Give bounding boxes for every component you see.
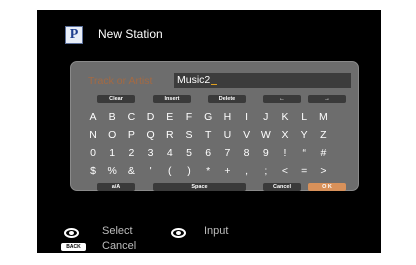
character-key[interactable]: ' xyxy=(142,164,160,178)
hint-input: Input xyxy=(204,225,229,237)
delete-button[interactable]: Delete xyxy=(208,95,246,103)
character-key[interactable]: 6 xyxy=(199,146,217,160)
character-key[interactable]: A xyxy=(84,110,102,124)
character-key[interactable]: W xyxy=(257,128,275,142)
osd-screen: P New Station Track or Artist Music2 Cle… xyxy=(37,10,381,253)
character-key[interactable]: R xyxy=(161,128,179,142)
character-key[interactable]: > xyxy=(314,164,332,178)
character-key[interactable]: * xyxy=(199,164,217,178)
text-cursor xyxy=(211,84,218,85)
character-key[interactable]: 3 xyxy=(142,146,160,160)
character-key[interactable]: L xyxy=(295,110,313,124)
character-row: NOPQRSTUVWXYZ xyxy=(71,128,358,142)
input-text: Music2 xyxy=(177,74,211,86)
ok-button[interactable]: O K xyxy=(308,183,346,191)
space-button[interactable]: Space xyxy=(153,183,246,191)
character-key[interactable]: = xyxy=(295,164,313,178)
character-key[interactable]: 2 xyxy=(122,146,140,160)
character-key[interactable]: D xyxy=(142,110,160,124)
page-title: New Station xyxy=(98,27,163,41)
character-key[interactable]: ; xyxy=(257,164,275,178)
character-key[interactable]: “ xyxy=(295,146,313,160)
character-key[interactable]: ) xyxy=(180,164,198,178)
character-key[interactable]: ( xyxy=(161,164,179,178)
text-input[interactable]: Music2 xyxy=(174,73,351,88)
character-key[interactable]: G xyxy=(199,110,217,124)
character-key[interactable]: K xyxy=(276,110,294,124)
character-key[interactable]: E xyxy=(161,110,179,124)
character-key[interactable]: V xyxy=(238,128,256,142)
insert-button[interactable]: Insert xyxy=(153,95,191,103)
keyboard-panel: Track or Artist Music2 Clear Insert Dele… xyxy=(70,61,359,191)
character-key[interactable]: 7 xyxy=(218,146,236,160)
character-key[interactable]: M xyxy=(314,110,332,124)
character-key[interactable]: $ xyxy=(84,164,102,178)
character-key[interactable]: I xyxy=(238,110,256,124)
character-key[interactable]: 0 xyxy=(84,146,102,160)
character-key[interactable]: T xyxy=(199,128,217,142)
case-toggle-button[interactable]: a/A xyxy=(97,183,135,191)
character-key[interactable]: Q xyxy=(142,128,160,142)
character-key[interactable]: Y xyxy=(295,128,313,142)
character-key[interactable]: 8 xyxy=(238,146,256,160)
hint-select: Select xyxy=(102,225,133,237)
input-value: Music2 xyxy=(177,74,218,87)
character-row: 0 1 2 3 4 5 6 7 8 9! “# xyxy=(71,146,358,160)
cancel-key-button[interactable]: Cancel xyxy=(263,183,301,191)
character-key[interactable]: P xyxy=(122,128,140,142)
character-key[interactable]: S xyxy=(180,128,198,142)
hint-cancel: Cancel xyxy=(102,240,137,252)
character-row: $% & '() * +,; < = > xyxy=(71,164,358,178)
character-key[interactable]: U xyxy=(218,128,236,142)
character-key[interactable]: F xyxy=(180,110,198,124)
character-key[interactable]: N xyxy=(84,128,102,142)
input-label: Track or Artist xyxy=(88,75,153,87)
character-key[interactable]: 5 xyxy=(180,146,198,160)
character-key[interactable]: B xyxy=(103,110,121,124)
character-key[interactable]: Z xyxy=(314,128,332,142)
character-key[interactable]: + xyxy=(218,164,236,178)
character-row: ABCDEFGHIJKLM xyxy=(71,110,358,124)
cursor-right-button[interactable]: → xyxy=(308,95,346,103)
cursor-left-button[interactable]: ← xyxy=(263,95,301,103)
character-key[interactable]: 9 xyxy=(257,146,275,160)
character-key[interactable]: # xyxy=(314,146,332,160)
character-key[interactable]: ! xyxy=(276,146,294,160)
character-key[interactable]: 1 xyxy=(103,146,121,160)
pandora-icon: P xyxy=(65,26,83,44)
character-key[interactable]: < xyxy=(276,164,294,178)
character-key[interactable]: , xyxy=(238,164,256,178)
character-key[interactable]: J xyxy=(257,110,275,124)
character-key[interactable]: X xyxy=(276,128,294,142)
character-key[interactable]: O xyxy=(103,128,121,142)
character-key[interactable]: & xyxy=(122,164,140,178)
character-key[interactable]: 4 xyxy=(161,146,179,160)
back-button-icon: BACK xyxy=(61,243,86,251)
character-key[interactable]: H xyxy=(218,110,236,124)
character-key[interactable]: C xyxy=(122,110,140,124)
clear-button[interactable]: Clear xyxy=(97,95,135,103)
character-key[interactable]: % xyxy=(103,164,121,178)
enter-icon xyxy=(171,228,186,238)
dial-icon xyxy=(64,228,79,238)
